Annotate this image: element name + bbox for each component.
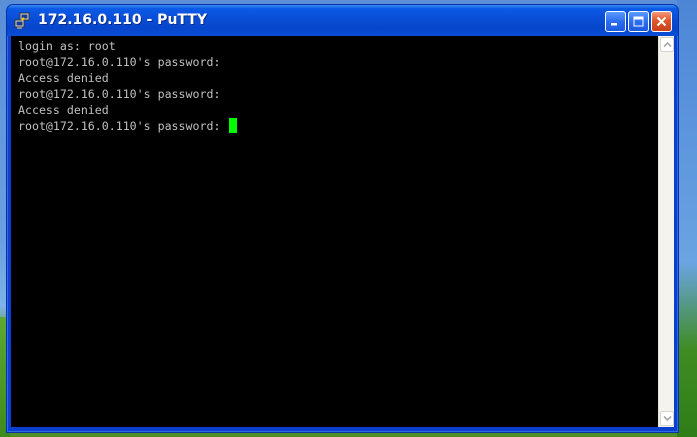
- scroll-up-button[interactable]: [660, 37, 674, 52]
- terminal-screen[interactable]: login as: root root@172.16.0.110's passw…: [11, 36, 657, 427]
- terminal-prompt-line: root@172.16.0.110's password:: [18, 118, 657, 134]
- chevron-up-icon: [662, 41, 672, 48]
- desktop-background: [677, 0, 697, 437]
- maximize-button[interactable]: [628, 11, 649, 32]
- minimize-button[interactable]: [605, 11, 626, 32]
- terminal-line: root@172.16.0.110's password:: [18, 87, 221, 101]
- window-title: 172.16.0.110 - PuTTY: [38, 12, 207, 28]
- close-button[interactable]: [651, 11, 672, 32]
- title-bar[interactable]: 172.16.0.110 - PuTTY: [7, 5, 678, 36]
- vertical-scrollbar[interactable]: [658, 36, 674, 427]
- terminal-line: root@172.16.0.110's password:: [18, 55, 221, 69]
- putty-window: 172.16.0.110 - PuTTY login as: root root…: [6, 4, 679, 433]
- client-area: login as: root root@172.16.0.110's passw…: [11, 36, 674, 427]
- terminal-prompt: root@172.16.0.110's password:: [18, 119, 228, 133]
- chevron-down-icon: [662, 415, 672, 422]
- terminal-line: login as: root: [18, 39, 116, 53]
- minimize-icon: [611, 23, 617, 26]
- terminal-cursor: [229, 118, 238, 133]
- maximize-icon: [633, 16, 644, 27]
- scroll-down-button[interactable]: [660, 411, 674, 426]
- terminal-line: Access denied: [18, 71, 109, 85]
- close-icon: [656, 16, 667, 27]
- terminal-line: Access denied: [18, 103, 109, 117]
- putty-terminal-icon[interactable]: [13, 12, 31, 30]
